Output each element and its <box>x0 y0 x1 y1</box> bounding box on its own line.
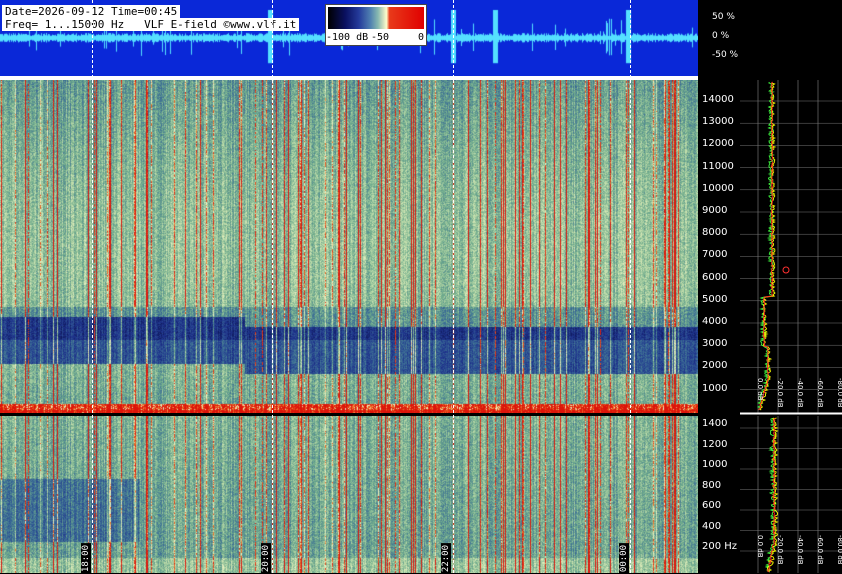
frequency-tick-label: 5000 <box>702 293 728 305</box>
frequency-tick-label: 8000 <box>702 227 728 239</box>
frequency-tick-label: 11000 <box>702 160 734 172</box>
db-scale-label: 0.0 dB <box>756 535 764 558</box>
frequency-tick-label: 2000 <box>702 360 728 372</box>
time-label-2000: 20:00 <box>261 543 271 574</box>
spectrum-profile-panel: 0.0 dB-20.0 dB-40.0 dB-60.0 dB-80.0 dB-1… <box>740 80 842 573</box>
hour-marker-1800 <box>92 0 93 573</box>
waveform-scale-50: 50 % <box>712 12 735 22</box>
frequency-tick-label: 10000 <box>702 182 734 194</box>
color-scale-min-label: -100 dB <box>326 32 369 43</box>
frequency-tick-label: 13000 <box>702 116 734 128</box>
frequency-tick-label: 6000 <box>702 271 728 283</box>
db-scale-label: -80.0 dB <box>836 378 842 408</box>
frequency-tick-label: 14000 <box>702 94 734 105</box>
hour-marker-2000 <box>272 0 273 573</box>
frequency-tick-label: 200 Hz <box>702 541 738 552</box>
frequency-tick-label: 3000 <box>702 338 728 350</box>
db-scale-label: -40.0 dB <box>796 535 804 565</box>
waveform-scale-0: 0 % <box>712 31 730 41</box>
color-scale-max-label: 0 <box>418 32 425 43</box>
frequency-tick-label: 9000 <box>702 205 728 216</box>
waveform-scale-minus50: -50 % <box>712 50 739 60</box>
frequency-tick-label: 1000 <box>702 382 728 394</box>
db-scale-label: -20.0 dB <box>776 378 784 408</box>
frequency-tick-label: 7000 <box>702 249 728 261</box>
frequency-info-label: Freq= 1...15000 Hz VLF E-field ©www.vlf.… <box>2 18 300 31</box>
spectrogram-full-band <box>0 80 698 413</box>
db-scale-label: -40.0 dB <box>796 378 804 408</box>
profile-background <box>740 80 842 573</box>
db-scale-label: -20.0 dB <box>776 535 784 565</box>
frequency-tick-label: 4000 <box>702 316 728 327</box>
color-scale-gradient <box>328 7 424 29</box>
color-scale-mid-label: -50 <box>371 32 390 43</box>
frequency-tick-label: 800 <box>702 479 722 491</box>
frequency-tick-label: 1400 <box>702 418 728 429</box>
frequency-tick-label: 400 <box>702 520 722 532</box>
hour-marker-2200 <box>453 0 454 573</box>
time-label-2200: 22:00 <box>441 543 451 574</box>
spectrogram-low-band <box>0 416 698 573</box>
frequency-tick-label: 1000 <box>702 459 728 470</box>
color-scale-legend: -100 dB -50 0 <box>325 4 427 46</box>
frequency-tick-label: 600 <box>702 500 722 511</box>
frequency-tick-label: 12000 <box>702 138 734 150</box>
db-scale-label: -60.0 dB <box>816 378 824 408</box>
time-label-0000: 00:00 <box>619 543 629 574</box>
frequency-tick-label: 1200 <box>702 438 728 450</box>
hour-marker-0000 <box>630 0 631 573</box>
db-scale-label: 0.0 dB <box>756 378 764 401</box>
db-scale-label: -80.0 dB <box>836 535 842 565</box>
time-label-1800: 18:00 <box>81 543 91 574</box>
db-scale-label: -60.0 dB <box>816 535 824 565</box>
